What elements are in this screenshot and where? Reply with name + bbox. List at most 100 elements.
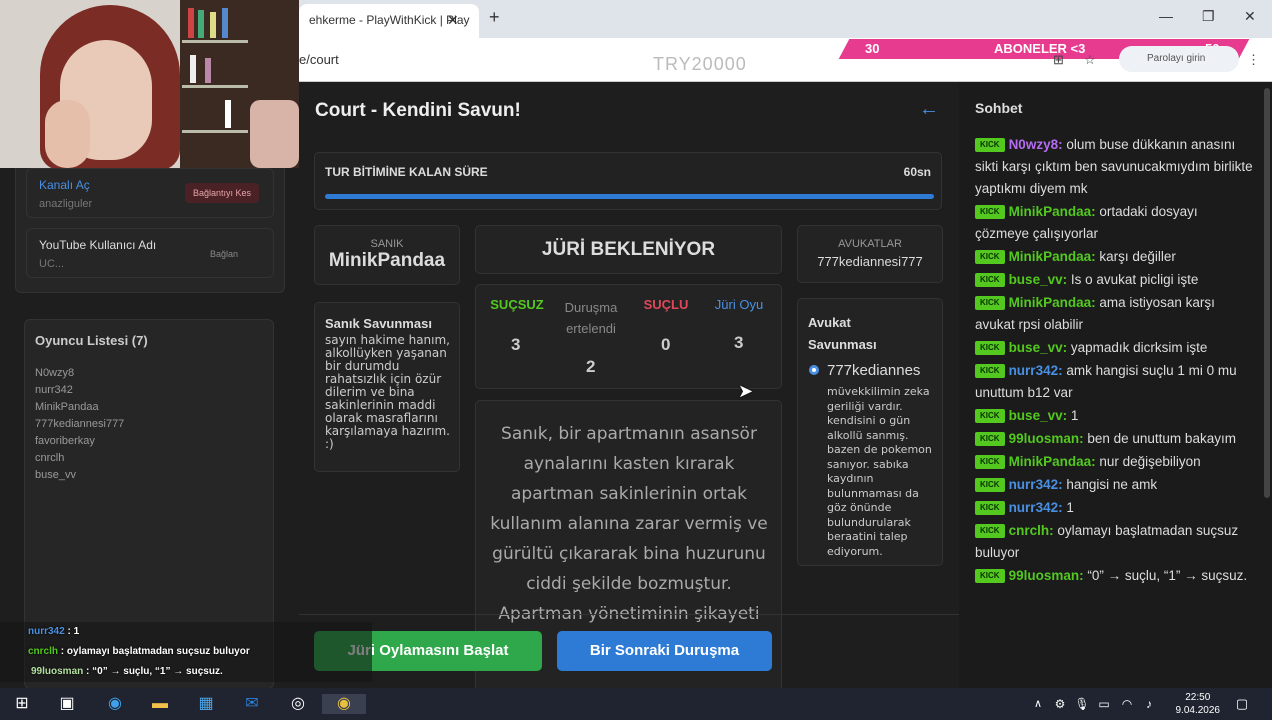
outlook-icon[interactable]: ✉ — [242, 694, 262, 714]
jury-status: JÜRİ BEKLENİYOR — [541, 239, 716, 260]
sub-goal-left: 30 — [865, 41, 880, 56]
chat-username[interactable]: MinikPandaa: — [1009, 249, 1096, 264]
kick-badge-icon: KICK — [975, 205, 1005, 219]
jury-status-box: JÜRİ BEKLENİYOR — [475, 225, 782, 274]
windows-taskbar: ⊞ ▣ ◉ ▬ ▦ ✉ ◎ ◉ ∧ ⚙ 🎙 ▭ ◠ ♪ 22:50 9.04.2… — [0, 688, 1272, 720]
overlay-line: cnrclh : oylamayı başlatmadan suçsuz bul… — [28, 646, 250, 657]
lawyer-name: 777kediannesi777 — [817, 254, 923, 269]
restore-icon[interactable]: ❐ — [1202, 8, 1215, 25]
chat-message: KICK MinikPandaa: ama istiyosan karşı avu… — [975, 292, 1255, 336]
chat-username[interactable]: cnrclh: — [1009, 523, 1054, 538]
chat-text: 1 — [1066, 500, 1074, 515]
channel-user: anazliguler — [39, 198, 93, 210]
player-list: N0wzy8 nurr342 MinikPandaa 777kediannesi… — [35, 365, 124, 484]
innocent-count: 3 — [511, 335, 521, 354]
url-field[interactable]: e/court — [299, 52, 339, 67]
lawyer-defense-title: Avukat Savunması — [808, 315, 877, 352]
kick-badge-icon: KICK — [975, 478, 1005, 492]
jury-vote-count: 3 — [734, 333, 744, 352]
timer-progress-fill — [325, 194, 934, 199]
file-explorer-icon[interactable]: ▬ — [150, 694, 170, 714]
volume-icon[interactable]: ♪ — [1139, 694, 1159, 714]
chrome-icon[interactable]: ◉ — [322, 694, 366, 714]
chat-message: KICK MinikPandaa: nur değişebiliyon — [975, 451, 1255, 473]
translate-icon[interactable]: ⊞ — [1053, 52, 1064, 68]
microphone-icon[interactable]: 🎙 — [1072, 694, 1092, 714]
timer-value: 60sn — [903, 165, 931, 179]
sub-goal-label: ABONELER <3 — [994, 41, 1086, 56]
chat-message: KICK nurr342: 1 — [975, 497, 1255, 519]
page-title: Court - Kendini Savun! — [315, 100, 521, 121]
left-settings-panel: Kanalı Aç anazliguler Bağlantıyı Kes You… — [0, 168, 299, 689]
kick-badge-icon: KICK — [975, 250, 1005, 264]
next-hearing-button[interactable]: Bir Sonraki Duruşma — [557, 631, 772, 671]
overlay-line: 99luosman : “0” → suçlu, “1” → suçsuz. — [31, 666, 223, 677]
court-main: Court - Kendini Savun! ← TUR BİTİMİNE KA… — [299, 82, 959, 688]
kick-badge-icon: KICK — [975, 569, 1005, 583]
chat-username[interactable]: buse_vv: — [1009, 408, 1068, 423]
lawyer-radio[interactable] — [809, 365, 819, 375]
close-window-icon[interactable]: ✕ — [1244, 8, 1256, 25]
chat-scrollbar[interactable] — [1264, 88, 1270, 498]
chat-username[interactable]: nurr342: — [1009, 363, 1063, 378]
kick-badge-icon: KICK — [975, 432, 1005, 446]
chat-message: KICK cnrclh: oylamayı başlatmadan suçsuz … — [975, 520, 1255, 564]
defense-title: Sanık Savunması — [325, 316, 432, 331]
chat-username[interactable]: MinikPandaa: — [1009, 454, 1096, 469]
chat-username[interactable]: buse_vv: — [1009, 340, 1068, 355]
lawyer-defense-box: Avukat Savunması 777kediannes müvekkilim… — [797, 298, 943, 566]
connections-card: Kanalı Aç anazliguler Bağlantıyı Kes You… — [15, 168, 285, 293]
chat-message: KICK 99luosman: ben de unuttum bakayım — [975, 428, 1255, 450]
chat-username[interactable]: 99luosman: — [1009, 568, 1084, 583]
obs-icon[interactable]: ◎ — [288, 694, 308, 714]
kick-badge-icon: KICK — [975, 138, 1005, 152]
chat-text: “0” → suçlu, “1” → suçsuz. — [1087, 568, 1248, 583]
tab-close-icon[interactable]: ✕ — [447, 12, 459, 29]
player-item: MinikPandaa — [35, 401, 99, 413]
chat-message: KICK buse_vv: Is o avukat picligi işte — [975, 269, 1255, 291]
chat-username[interactable]: N0wzy8: — [1009, 137, 1063, 152]
chat-message: KICK N0wzy8: olum buse dükkanın anasını s… — [975, 134, 1255, 200]
player-item: nurr342 — [35, 384, 73, 396]
battery-icon[interactable]: ▭ — [1094, 694, 1114, 714]
player-item: favoriberkay — [35, 435, 95, 447]
chat-text: hangisi ne amk — [1066, 477, 1158, 492]
defense-text: sayın hakime hanım, alkollüyken yaşanan … — [325, 333, 450, 451]
chat-username[interactable]: buse_vv: — [1009, 272, 1068, 287]
store-icon[interactable]: ▦ — [196, 694, 216, 714]
channel-label: Kanalı Aç — [39, 178, 90, 192]
menu-dots-icon[interactable]: ⋮ — [1247, 52, 1260, 68]
back-arrow-icon[interactable]: ← — [919, 98, 939, 121]
system-clock[interactable]: 22:50 9.04.2026 — [1176, 691, 1221, 717]
chat-message: KICK nurr342: amk hangisi suçlu 1 mi 0 mu… — [975, 360, 1255, 404]
minimize-icon[interactable]: — — [1159, 8, 1173, 24]
timer-label: TUR BİTİMİNE KALAN SÜRE — [325, 165, 488, 179]
chat-username[interactable]: nurr342: — [1009, 477, 1063, 492]
postponed-label: Duruşma ertelendi — [564, 300, 618, 336]
tray-chevron-icon[interactable]: ∧ — [1028, 694, 1048, 714]
chat-username[interactable]: nurr342: — [1009, 500, 1063, 515]
player-item: buse_vv — [35, 469, 76, 481]
chat-message: KICK MinikPandaa: karşı değiller — [975, 246, 1255, 268]
chat-username[interactable]: MinikPandaa: — [1009, 295, 1096, 310]
notifications-icon[interactable]: ▢ — [1232, 694, 1252, 714]
chat-panel: Sohbet KICK N0wzy8: olum buse dükkanın an… — [959, 82, 1272, 688]
chat-text: 1 — [1070, 408, 1079, 423]
password-button[interactable]: Parolayı girin — [1119, 46, 1239, 72]
tray-app-icon[interactable]: ⚙ — [1050, 694, 1070, 714]
youtube-input[interactable]: UC... — [39, 258, 64, 270]
disconnect-button[interactable]: Bağlantıyı Kes — [185, 183, 260, 203]
youtube-connection-row: YouTube Kullanıcı Adı UC... Bağlan — [26, 228, 274, 278]
task-view-icon[interactable]: ▣ — [57, 694, 77, 714]
lawyers-caption: AVUKATLAR — [838, 238, 902, 250]
chat-username[interactable]: MinikPandaa: — [1009, 204, 1096, 219]
windows-start-icon[interactable]: ⊞ — [12, 694, 32, 714]
connect-button[interactable]: Bağlan — [210, 249, 238, 259]
edge-icon[interactable]: ◉ — [105, 694, 125, 714]
wifi-icon[interactable]: ◠ — [1117, 694, 1137, 714]
chat-username[interactable]: 99luosman: — [1009, 431, 1084, 446]
new-tab-icon[interactable]: + — [489, 7, 500, 28]
bookmark-star-icon[interactable]: ☆ — [1084, 52, 1096, 68]
youtube-label: YouTube Kullanıcı Adı — [39, 238, 157, 252]
kick-badge-icon: KICK — [975, 409, 1005, 423]
